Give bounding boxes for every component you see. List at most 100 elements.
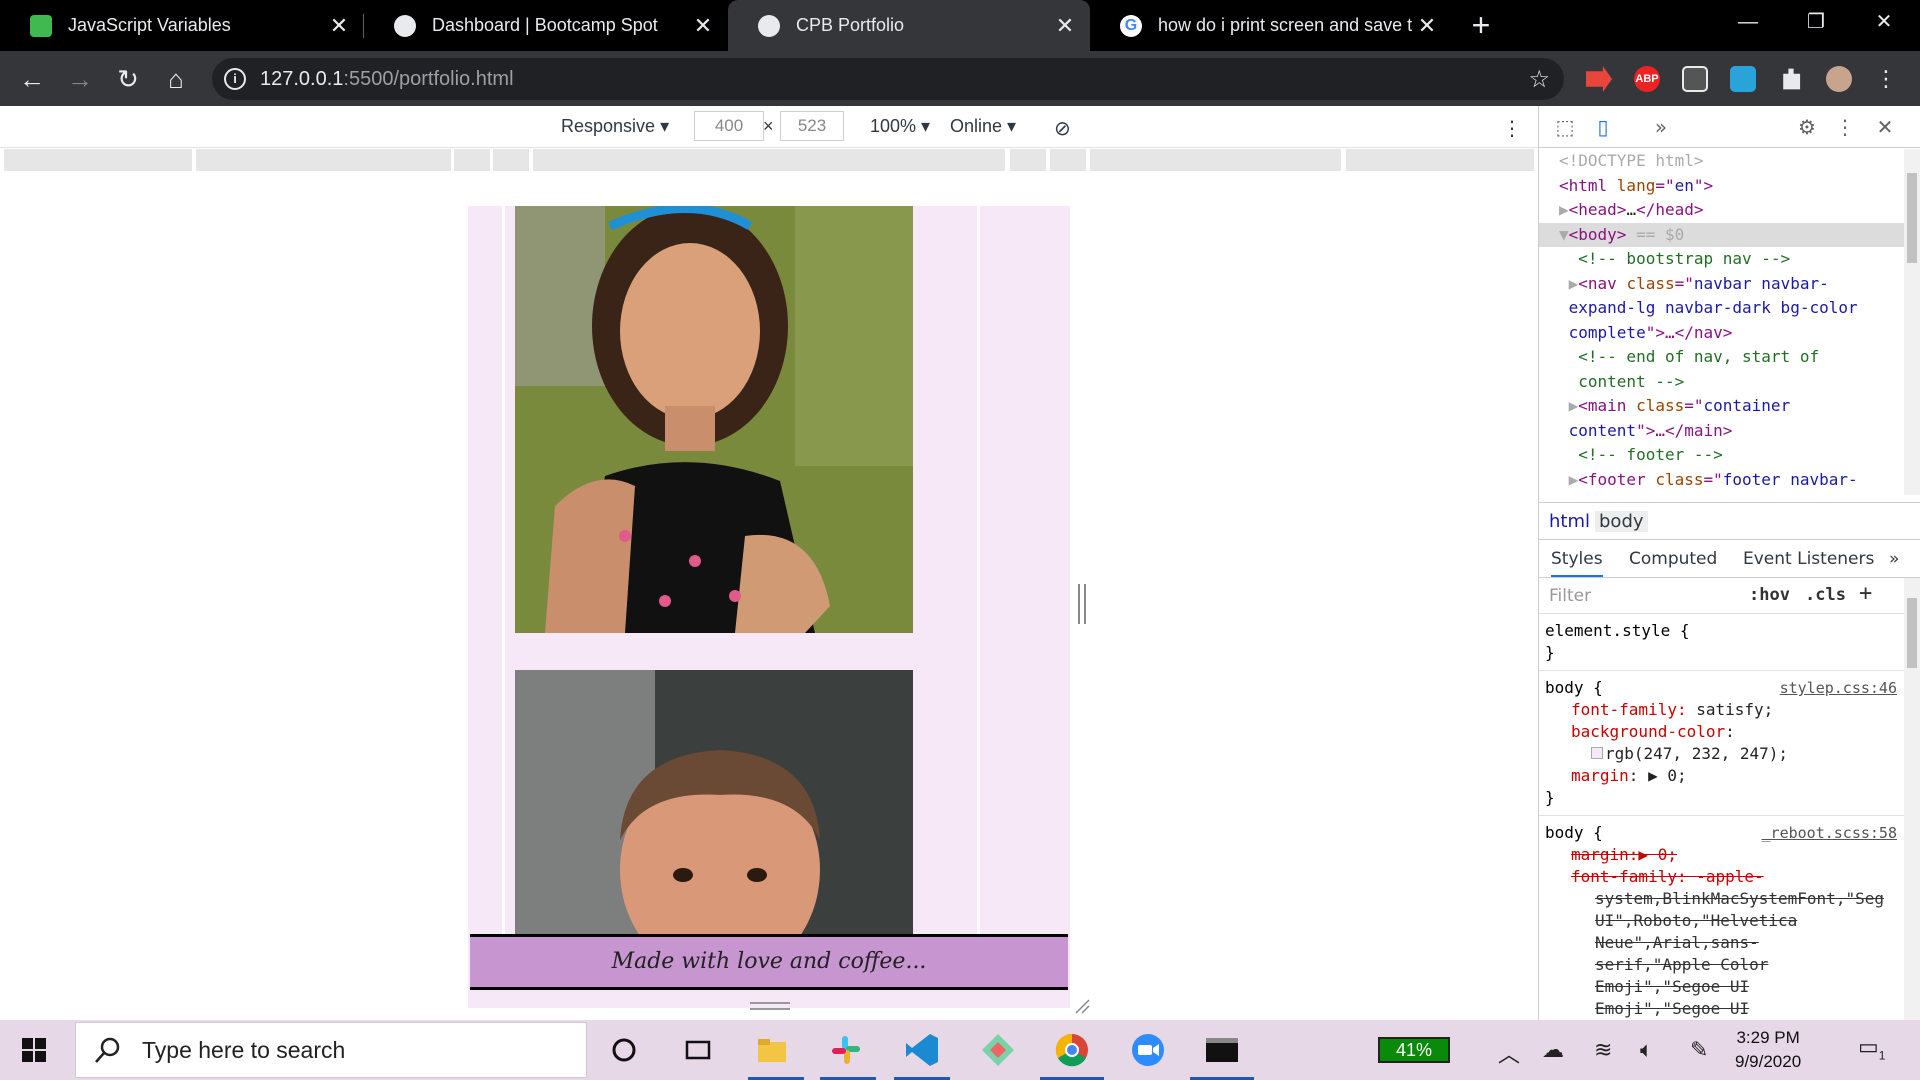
onedrive-cloud-icon[interactable]: ☁: [1542, 1037, 1564, 1063]
dom-node-line[interactable]: <!DOCTYPE html>: [1539, 149, 1905, 174]
show-hidden-icons-icon[interactable]: ︿: [1498, 1037, 1520, 1069]
tab-styles[interactable]: Styles: [1551, 549, 1603, 577]
restore-button[interactable]: ❐: [1784, 0, 1848, 51]
file-explorer-icon[interactable]: [752, 1030, 792, 1070]
profile-avatar[interactable]: [1826, 66, 1852, 92]
dom-node-line[interactable]: content">…</main>: [1539, 419, 1905, 444]
media-query-segment[interactable]: [454, 149, 490, 171]
site-info-icon[interactable]: i: [224, 68, 246, 90]
dom-node-line[interactable]: ▶<nav class="navbar navbar-: [1539, 272, 1905, 297]
overridden-margin[interactable]: margin:▶ 0;: [1545, 844, 1899, 866]
tab-computed[interactable]: Computed: [1629, 549, 1717, 569]
devtools-menu-icon[interactable]: ⋮: [1833, 115, 1857, 139]
tab-cpb-portfolio[interactable]: CPB Portfolio ✕: [728, 0, 1090, 51]
close-tab-icon[interactable]: ✕: [1050, 13, 1080, 39]
windows-start-icon[interactable]: [22, 1038, 46, 1062]
element-style-rule[interactable]: element.style { }: [1539, 614, 1905, 671]
breadcrumb-html[interactable]: html: [1549, 511, 1590, 532]
breadcrumb-body[interactable]: body: [1595, 511, 1648, 532]
dom-node-line[interactable]: <!-- end of nav, start of: [1539, 345, 1905, 370]
zoom-icon[interactable]: [1128, 1030, 1168, 1070]
battery-indicator[interactable]: 41%: [1378, 1037, 1450, 1063]
rotate-icon[interactable]: ⊘: [1054, 116, 1071, 141]
color-swatch[interactable]: [1591, 747, 1603, 759]
overridden-font-family[interactable]: font-family: -apple-: [1545, 866, 1899, 888]
styles-scrollbar[interactable]: [1904, 578, 1920, 1020]
rule-source-link[interactable]: _reboot.scss:58: [1762, 822, 1897, 844]
media-query-segment[interactable]: [4, 149, 192, 171]
media-query-segment[interactable]: [1346, 149, 1534, 171]
close-tab-icon[interactable]: ✕: [688, 13, 718, 39]
prop-font-family[interactable]: font-family: satisfy;: [1545, 699, 1899, 721]
dom-node-line[interactable]: content -->: [1539, 370, 1905, 395]
dom-node-line[interactable]: ▶<main class="container: [1539, 394, 1905, 419]
inspect-element-icon[interactable]: ⬚: [1553, 115, 1577, 139]
video-extension-icon[interactable]: [1586, 66, 1612, 92]
close-window-button[interactable]: ✕: [1852, 0, 1916, 51]
media-query-segment[interactable]: [493, 149, 529, 171]
dom-node-line[interactable]: complete">…</nav>: [1539, 321, 1905, 346]
media-query-segment[interactable]: [533, 149, 1005, 171]
tab-javascript-variables[interactable]: JavaScript Variables ✕: [0, 0, 364, 51]
close-tab-icon[interactable]: ✕: [1412, 13, 1442, 39]
media-query-segment[interactable]: [1010, 149, 1046, 171]
puzzle-extensions-icon[interactable]: [1783, 68, 1801, 90]
adblock-plus-icon[interactable]: ABP: [1634, 66, 1660, 92]
right-resize-handle[interactable]: [1078, 584, 1086, 624]
prop-margin[interactable]: margin: ▶ 0;: [1545, 765, 1899, 787]
dom-node-line[interactable]: <!-- footer -->: [1539, 443, 1905, 468]
tab-dashboard[interactable]: Dashboard | Bootcamp Spot ✕: [364, 0, 728, 51]
cloud-extension-icon[interactable]: [1730, 66, 1756, 92]
back-button[interactable]: ←: [12, 59, 52, 99]
network-dropdown[interactable]: Online ▾: [950, 116, 1016, 137]
close-tab-icon[interactable]: ✕: [324, 13, 354, 39]
taskbar-search[interactable]: Type here to search: [75, 1022, 587, 1078]
dom-node-line[interactable]: <html lang="en">: [1539, 174, 1905, 199]
bookmark-star-icon[interactable]: ☆: [1528, 65, 1550, 94]
filter-input[interactable]: Filter: [1549, 586, 1591, 606]
pen-icon[interactable]: ✎: [1690, 1037, 1708, 1063]
dom-scroll-thumb[interactable]: [1907, 173, 1917, 263]
minimize-button[interactable]: —: [1716, 0, 1780, 51]
new-tab-button[interactable]: +: [1462, 6, 1500, 44]
tab-google-search[interactable]: G how do i print screen and save to ✕: [1090, 0, 1452, 51]
dom-scrollbar[interactable]: [1904, 149, 1920, 495]
cortana-icon[interactable]: [604, 1030, 644, 1070]
more-tabs-icon[interactable]: »: [1649, 115, 1673, 139]
gitkraken-icon[interactable]: [978, 1030, 1018, 1070]
media-query-segment[interactable]: [1090, 149, 1341, 171]
slack-icon[interactable]: [826, 1030, 866, 1070]
dom-tree[interactable]: <!DOCTYPE html> <html lang="en"> ▶<head>…<…: [1539, 149, 1905, 495]
stylep-body-rule[interactable]: body { stylep.css:46 font-family: satisf…: [1539, 671, 1905, 816]
terminal-icon[interactable]: [1202, 1030, 1242, 1070]
prop-background-color[interactable]: background-color:: [1545, 721, 1899, 743]
device-toggle-icon[interactable]: ▯: [1591, 115, 1615, 139]
zoom-dropdown[interactable]: 100% ▾: [870, 116, 930, 137]
volume-icon[interactable]: 🔈︎: [1640, 1037, 1653, 1063]
hov-button[interactable]: :hov: [1749, 585, 1790, 605]
dom-node-line[interactable]: ▼<body> == $0: [1539, 222, 1905, 247]
bulb-extension-icon[interactable]: [1682, 66, 1708, 92]
rule-source-link[interactable]: stylep.css:46: [1780, 677, 1897, 699]
wifi-icon[interactable]: ≋: [1594, 1037, 1612, 1063]
settings-gear-icon[interactable]: ⚙: [1795, 115, 1819, 139]
width-input[interactable]: 400: [694, 111, 764, 141]
height-input[interactable]: 523: [780, 111, 844, 141]
dom-node-line[interactable]: ▶<footer class="footer navbar-: [1539, 468, 1905, 493]
forward-button[interactable]: →: [60, 59, 100, 99]
prop-background-color-value[interactable]: rgb(247, 232, 247);: [1545, 743, 1899, 765]
chrome-icon[interactable]: [1052, 1030, 1092, 1070]
device-toolbar-menu-icon[interactable]: ⋮: [1502, 116, 1522, 141]
dom-node-line[interactable]: expand-lg navbar-dark bg-color: [1539, 296, 1905, 321]
dom-node-line[interactable]: ▶<head>…</head>: [1539, 198, 1905, 223]
media-query-segment[interactable]: [1050, 149, 1086, 171]
reload-button[interactable]: ↻: [108, 59, 148, 99]
tab-event-listeners[interactable]: Event Listeners: [1743, 549, 1874, 569]
dom-node-line[interactable]: <!-- bootstrap nav -->: [1539, 247, 1905, 272]
bottom-resize-handle[interactable]: [750, 1002, 790, 1010]
responsive-dropdown[interactable]: Responsive ▾: [561, 116, 669, 137]
more-panels-icon[interactable]: »: [1889, 549, 1899, 569]
task-view-icon[interactable]: [678, 1030, 718, 1070]
close-devtools-icon[interactable]: ✕: [1873, 115, 1897, 139]
home-button[interactable]: ⌂: [156, 59, 196, 99]
